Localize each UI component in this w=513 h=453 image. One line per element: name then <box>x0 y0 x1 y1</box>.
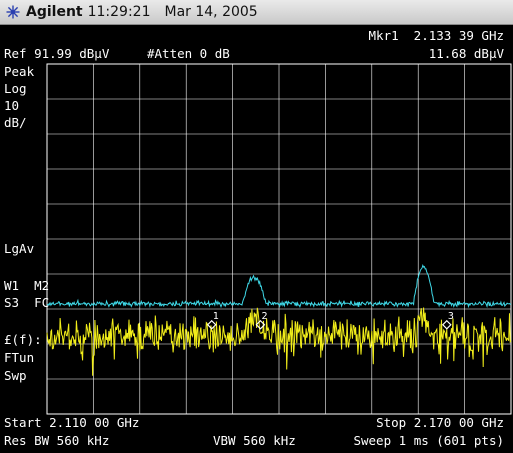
marker-number: 2 <box>261 311 267 322</box>
marker-diamond-icon <box>441 319 452 330</box>
marker-number: 1 <box>213 311 219 322</box>
marker-number: 3 <box>448 311 454 322</box>
spectrum-plot: 1 2 3 <box>46 63 512 415</box>
